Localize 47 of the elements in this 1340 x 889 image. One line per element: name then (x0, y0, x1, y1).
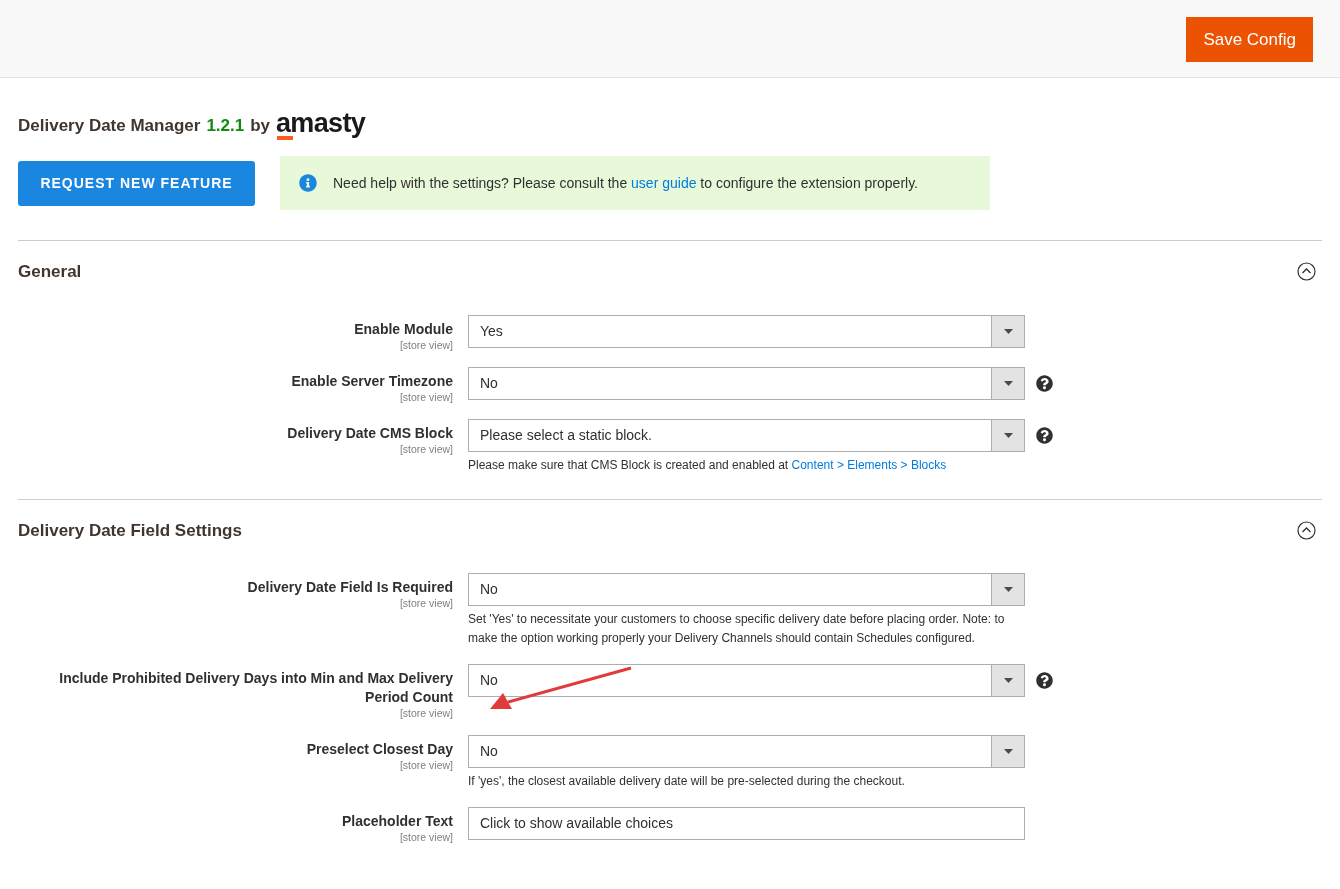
collapse-icon[interactable] (1297, 520, 1316, 540)
extension-title: Delivery Date Manager (18, 114, 201, 137)
select-field[interactable]: No (468, 735, 1025, 768)
field-note: If 'yes', the closest available delivery date will be pre-selected during the checkout. (468, 773, 906, 790)
scope-label: [store view] (399, 707, 453, 719)
caret-icon (1003, 432, 1013, 438)
save-config-button[interactable]: Save Config (1186, 17, 1313, 62)
help-icon[interactable] (1036, 426, 1053, 444)
collapse-icon[interactable] (1297, 262, 1316, 282)
scope-label: [store view] (399, 831, 453, 843)
scope-label: [store view] (399, 597, 453, 609)
notice-text: Need help with the settings? Please consult the user guide to configure the extension properly. (333, 173, 918, 193)
field-label: Enable Module (354, 319, 453, 339)
section-title[interactable]: Delivery Date Field Settings (18, 517, 242, 543)
select-field[interactable]: No (468, 664, 1025, 697)
version-label: 1.2.1 (206, 114, 245, 137)
caret-icon (1003, 678, 1013, 683)
select-field[interactable]: Please select a static block. (468, 418, 1025, 452)
caret-icon (1003, 380, 1013, 386)
field-label: Include Prohibited Delivery Days into Min and Max Delivery Period Count (58, 669, 453, 707)
field-note: Set 'Yes' to necessitate your customers to choose specific delivery date before placing order. Note: to make the option working properly your Delivery Channels should contain Schedules configured. (468, 611, 1006, 647)
field-label: Delivery Date CMS Block (287, 423, 453, 443)
select-field[interactable]: No (468, 366, 1025, 400)
help-icon[interactable] (1036, 672, 1053, 689)
caret-icon (1003, 328, 1013, 334)
field-label: Preselect Closest Day (306, 740, 453, 759)
scope-label: [store view] (399, 442, 453, 455)
help-icon[interactable] (1036, 374, 1053, 392)
request-feature-button[interactable]: REQUEST NEW FEATURE (18, 160, 255, 206)
field-label: Delivery Date Field Is Required (247, 578, 453, 597)
select-field[interactable]: Yes (468, 314, 1025, 348)
note-link[interactable]: Content > Elements > Blocks (791, 457, 947, 472)
scope-label: [store view] (399, 338, 453, 351)
field-label: Enable Server Timezone (291, 371, 453, 391)
info-icon (299, 174, 317, 192)
user-guide-link[interactable]: user guide (631, 174, 697, 191)
input-field[interactable]: Click to show available choices (468, 807, 1025, 840)
field-note: Please make sure that CMS Block is created and enabled at Content > Elements > Blocks (468, 456, 948, 474)
scope-label: [store view] (399, 759, 453, 771)
field-label: Placeholder Text (342, 812, 453, 831)
caret-icon (1003, 749, 1013, 754)
select-field[interactable]: No (468, 573, 1025, 606)
amasty-logo: amasty (276, 108, 366, 138)
scope-label: [store view] (399, 390, 453, 403)
section-title[interactable]: General (18, 259, 82, 285)
caret-icon (1003, 587, 1013, 592)
by-label: by (250, 114, 271, 137)
